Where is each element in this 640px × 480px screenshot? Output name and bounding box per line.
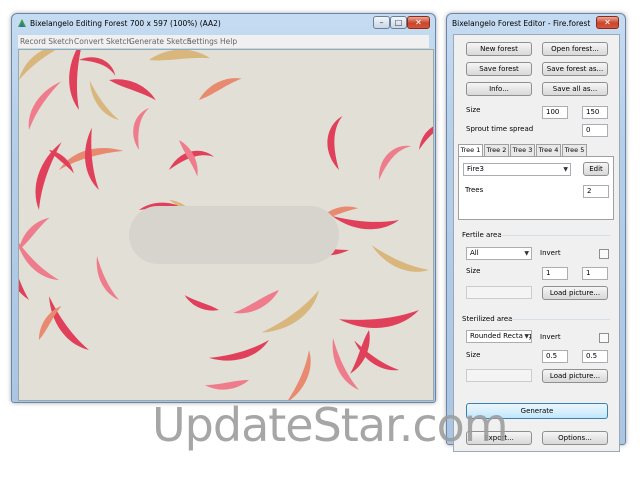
- forest-editor-window: Bixelangelo Forest Editor - Fire.forest …: [446, 13, 626, 452]
- chevron-down-icon: ▼: [523, 331, 529, 342]
- size-width-input[interactable]: 100: [542, 106, 568, 119]
- forest-artwork: [19, 50, 433, 400]
- tab-tree-2[interactable]: Tree 2: [484, 144, 509, 156]
- tree-select-value: Fire3: [467, 165, 484, 173]
- save-all-as-button[interactable]: Save all as...: [542, 82, 608, 96]
- options-button[interactable]: Options...: [542, 431, 608, 445]
- fertile-size-y-input[interactable]: 1: [582, 267, 608, 280]
- sterilized-divider: [510, 319, 610, 320]
- tab-tree-5[interactable]: Tree 5: [562, 144, 587, 156]
- trees-count-input[interactable]: 2: [583, 185, 609, 198]
- sterilized-picture-field: [466, 369, 532, 382]
- info-button[interactable]: Info...: [466, 82, 532, 96]
- open-forest-button[interactable]: Open forest...: [542, 42, 608, 56]
- menu-record-sketch[interactable]: Record Sketch: [20, 37, 74, 46]
- sprout-time-input[interactable]: 0: [582, 124, 608, 137]
- window-title: Bixelangelo Editing Forest 700 x 597 (10…: [30, 19, 221, 28]
- sterilized-load-picture-button[interactable]: Load picture...: [542, 369, 608, 383]
- editing-window: Bixelangelo Editing Forest 700 x 597 (10…: [11, 13, 436, 403]
- fertile-area-heading: Fertile area: [462, 231, 502, 239]
- fertile-picture-field: [466, 286, 532, 299]
- menu-settings[interactable]: Settings: [187, 37, 218, 46]
- edit-tree-button[interactable]: Edit: [583, 162, 609, 176]
- menu-convert-sketch[interactable]: Convert Sketch: [74, 37, 131, 46]
- fertile-invert-checkbox[interactable]: [599, 249, 609, 259]
- sterilized-mode-select[interactable]: Rounded Rectangle ▼: [466, 330, 532, 343]
- tab-tree-4[interactable]: Tree 4: [536, 144, 561, 156]
- fertile-load-picture-button[interactable]: Load picture...: [542, 286, 608, 300]
- fertile-mode-select[interactable]: All ▼: [466, 247, 532, 260]
- menu-generate-sketch[interactable]: Generate Sketch: [129, 37, 192, 46]
- sprout-time-label: Sprout time spread: [466, 125, 534, 133]
- fertile-mode-value: All: [470, 249, 479, 257]
- chevron-down-icon: ▼: [524, 250, 529, 257]
- save-forest-button[interactable]: Save forest: [466, 62, 532, 76]
- sterilized-size-x-input[interactable]: 0.5: [542, 350, 568, 363]
- fertile-size-x-input[interactable]: 1: [542, 267, 568, 280]
- new-forest-button[interactable]: New forest: [466, 42, 532, 56]
- fertile-invert-label: Invert: [540, 249, 561, 257]
- size-label: Size: [466, 106, 481, 114]
- maximize-button[interactable]: □: [390, 16, 407, 29]
- sterilized-area-heading: Sterilized area: [462, 315, 513, 323]
- trees-label: Trees: [465, 186, 484, 194]
- editing-titlebar[interactable]: Bixelangelo Editing Forest 700 x 597 (10…: [12, 14, 435, 34]
- chevron-down-icon: ▼: [563, 166, 568, 173]
- editor-title: Bixelangelo Forest Editor - Fire.forest: [452, 19, 591, 28]
- leaf-cluster-left: [19, 227, 119, 356]
- tab-tree-3[interactable]: Tree 3: [510, 144, 535, 156]
- menu-help[interactable]: Help: [220, 37, 237, 46]
- sterilized-size-y-input[interactable]: 0.5: [582, 350, 608, 363]
- sterilized-size-label: Size: [466, 351, 481, 359]
- size-height-input[interactable]: 150: [582, 106, 608, 119]
- minimize-button[interactable]: –: [373, 16, 390, 29]
- menu-bar: Record Sketch Convert Sketch Generate Sk…: [18, 35, 429, 48]
- editor-close-button[interactable]: ✕: [596, 16, 619, 29]
- editor-panel: New forest Open forest... Save forest Sa…: [453, 34, 620, 452]
- editor-titlebar[interactable]: Bixelangelo Forest Editor - Fire.forest …: [447, 14, 625, 34]
- tree-tab-page: Fire3 ▼ Edit Trees 2: [458, 156, 614, 220]
- sterilized-invert-label: Invert: [540, 333, 561, 341]
- sterilized-invert-checkbox[interactable]: [599, 333, 609, 343]
- tree-tabs: Tree 1 Tree 2 Tree 3 Tree 4 Tree 5 Fire3…: [458, 144, 614, 224]
- fertile-divider: [500, 235, 610, 236]
- forest-canvas[interactable]: [18, 49, 434, 401]
- save-forest-as-button[interactable]: Save forest as...: [542, 62, 608, 76]
- watermark-text: UpdateStar.com: [152, 398, 509, 452]
- sterilized-area: [129, 206, 339, 264]
- close-button[interactable]: ✕: [407, 16, 430, 29]
- tree-select[interactable]: Fire3 ▼: [463, 163, 571, 176]
- fertile-size-label: Size: [466, 267, 481, 275]
- app-icon: [17, 18, 27, 28]
